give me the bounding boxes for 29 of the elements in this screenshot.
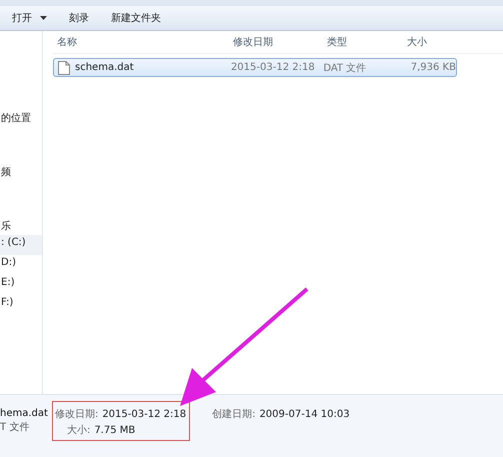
file-row[interactable]: schema.dat 2015-03-12 2:18 DAT 文件 7,936 KB (53, 58, 457, 77)
field-value: 2015-03-12 2:18 (102, 409, 186, 420)
nav-item[interactable]: 乐 (0, 217, 42, 235)
field-label: 创建日期: (212, 409, 256, 420)
table-cell-text: 2015-03-12 2:18 (230, 62, 316, 73)
field-value: 7.75 MB (94, 425, 136, 436)
caret-icon (40, 16, 47, 20)
drive-item[interactable]: F:) (0, 295, 42, 315)
column-header[interactable]: 大小 (403, 35, 462, 49)
toolbar-button[interactable]: 新建文件夹 (105, 9, 167, 27)
column-header[interactable]: 修改日期 (229, 35, 323, 49)
table-cell-text: 7,936 KB (410, 62, 456, 73)
nav-item[interactable]: 的位置 (0, 109, 42, 127)
file-type: T 文件 (0, 421, 30, 434)
file-name: hema.dat (0, 407, 48, 420)
field-label: 修改日期: (54, 409, 98, 420)
column-header[interactable]: 名称 (53, 35, 229, 49)
field-value: 2009-07-14 10:03 (259, 409, 350, 420)
file-name: schema.dat (75, 62, 134, 73)
drive-item[interactable]: E:) (0, 275, 42, 295)
file-icon (58, 60, 70, 74)
toolbar-button[interactable]: 刻录 (63, 9, 95, 27)
drive-item[interactable]: : (C:) (0, 235, 42, 255)
column-header[interactable]: 类型 (323, 35, 403, 49)
table-cell-text: DAT 文件 (322, 62, 368, 74)
toolbar-button[interactable]: 打开 (6, 9, 53, 27)
drive-item[interactable]: D:) (0, 255, 42, 275)
nav-item[interactable]: 频 (0, 163, 42, 181)
field-label: 大小: (66, 425, 90, 436)
